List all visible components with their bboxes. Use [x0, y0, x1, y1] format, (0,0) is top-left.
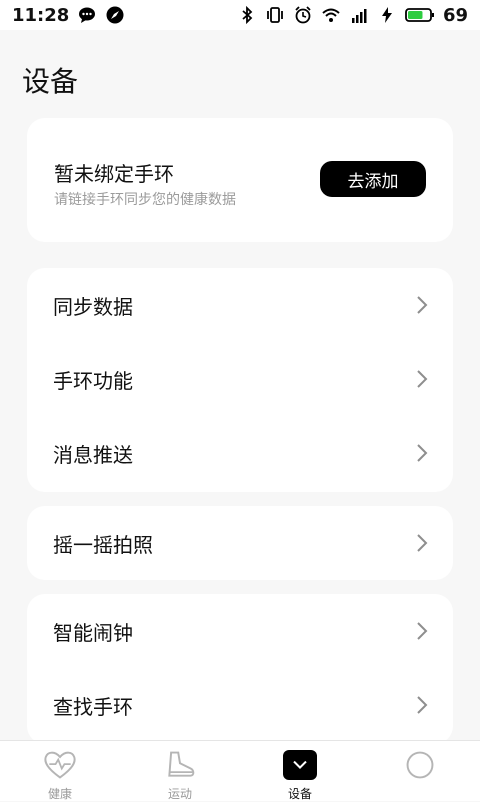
- status-right: 69: [237, 5, 468, 26]
- status-time: 11:28: [12, 4, 70, 26]
- tab-sport[interactable]: 运动: [140, 741, 220, 801]
- add-device-button[interactable]: 去添加: [320, 161, 426, 197]
- menu-item-message-push[interactable]: 消息推送: [27, 416, 453, 490]
- menu-group-tools: 智能闹钟 查找手环: [27, 594, 453, 744]
- battery-percent: 69: [442, 4, 468, 26]
- chevron-right-icon: [415, 294, 429, 316]
- menu-item-label: 智能闹钟: [53, 620, 133, 645]
- menu-item-shake-photo[interactable]: 摇一摇拍照: [27, 506, 453, 580]
- tab-label: 设备: [287, 787, 312, 801]
- status-bar: 11:28 69: [0, 0, 480, 30]
- menu-item-label: 查找手环: [53, 694, 133, 719]
- bluetooth-icon: [237, 5, 257, 25]
- profile-icon: [400, 747, 440, 783]
- bind-status-subtitle: 请链接手环同步您的健康数据: [54, 192, 236, 208]
- tab-label: 健康: [47, 787, 72, 801]
- bind-status-title: 暂未绑定手环: [54, 162, 174, 186]
- chevron-right-icon: [415, 368, 429, 390]
- chevron-right-icon: [415, 694, 429, 716]
- heart-icon: [40, 747, 80, 783]
- page-title: 设备: [22, 65, 79, 98]
- chevron-right-icon: [415, 532, 429, 554]
- chevron-right-icon: [415, 442, 429, 464]
- compass-icon: [105, 5, 125, 25]
- menu-item-label: 消息推送: [53, 442, 133, 467]
- menu-item-find-band[interactable]: 查找手环: [27, 668, 453, 742]
- charging-icon: [377, 5, 397, 25]
- tab-device[interactable]: 设备: [260, 741, 340, 801]
- alarm-icon: [293, 5, 313, 25]
- device-icon-box: [283, 750, 317, 780]
- vibrate-icon: [265, 5, 285, 25]
- menu-item-smart-alarm[interactable]: 智能闹钟: [27, 594, 453, 668]
- bottom-tab-bar: 健康 运动 设备: [0, 740, 480, 801]
- tab-profile[interactable]: [380, 741, 460, 801]
- menu-item-band-functions[interactable]: 手环功能: [27, 342, 453, 416]
- menu-group-sync: 同步数据 手环功能 消息推送: [27, 268, 453, 492]
- chevron-right-icon: [415, 620, 429, 642]
- wifi-icon: [321, 5, 341, 25]
- tab-label: 运动: [167, 787, 192, 801]
- menu-item-label: 摇一摇拍照: [53, 532, 153, 557]
- chat-icon: [77, 5, 97, 25]
- menu-item-label: 手环功能: [53, 368, 133, 393]
- menu-item-label: 同步数据: [53, 294, 133, 319]
- status-left: 11:28: [12, 5, 125, 26]
- menu-group-camera: 摇一摇拍照: [27, 506, 453, 580]
- battery-icon: [405, 5, 435, 25]
- tab-health[interactable]: 健康: [20, 741, 100, 801]
- device-icon: [280, 747, 320, 783]
- shoe-icon: [160, 747, 200, 783]
- cellular-4g-icon: [349, 5, 369, 25]
- menu-item-sync-data[interactable]: 同步数据: [27, 268, 453, 342]
- bind-band-card: 暂未绑定手环 请链接手环同步您的健康数据 去添加: [27, 118, 453, 242]
